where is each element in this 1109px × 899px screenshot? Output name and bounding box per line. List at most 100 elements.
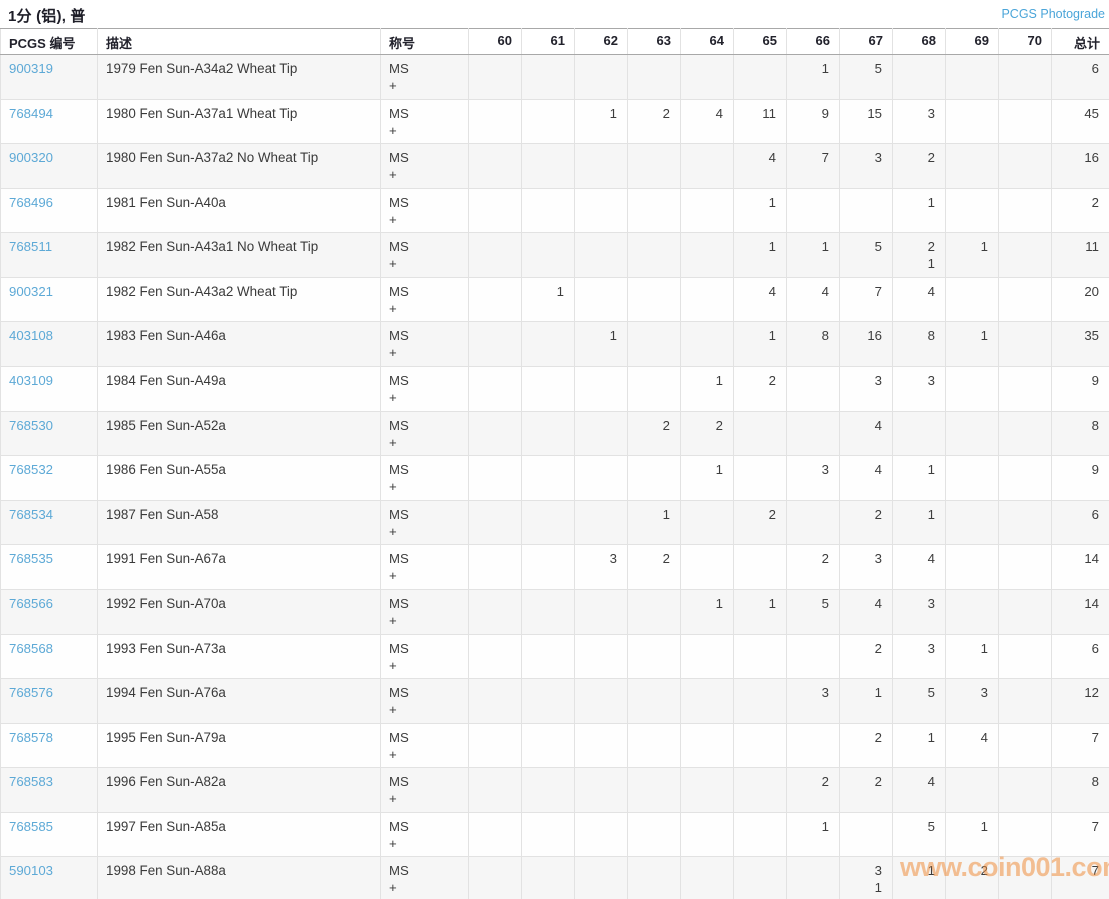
designation-ms-label: MS	[389, 60, 460, 77]
grade-68-count-cell: 3	[893, 634, 946, 679]
description-cell: 1992 Fen Sun-A70a	[98, 589, 381, 634]
grade-69-count-cell: 2	[946, 857, 999, 899]
pcgs-number-link[interactable]: 768583	[9, 774, 53, 789]
pcgs-number-link[interactable]: 768534	[9, 507, 53, 522]
total-count-cell: 45	[1052, 99, 1109, 144]
col-header-grade-62: 62	[575, 29, 628, 55]
pcgs-number-link[interactable]: 768511	[9, 239, 52, 254]
designation-plus-label: +	[389, 344, 460, 361]
pcgs-number-link[interactable]: 590103	[9, 863, 53, 878]
designation-cell: MS+	[381, 99, 469, 144]
pcgs-number-link[interactable]: 768530	[9, 418, 53, 433]
designation-cell: MS+	[381, 411, 469, 456]
grade-64-count-cell	[681, 233, 734, 278]
grade-63-count-cell	[628, 857, 681, 899]
designation-plus-label: +	[389, 612, 460, 629]
pcgs-number-link[interactable]: 768494	[9, 106, 53, 121]
grade-69-count-cell	[946, 277, 999, 322]
grade-64-count-cell	[681, 857, 734, 899]
grade-70-count-cell	[999, 277, 1052, 322]
designation-ms-label: MS	[389, 684, 460, 701]
pcgs-number-link[interactable]: 768535	[9, 551, 53, 566]
grade-63-count-cell	[628, 277, 681, 322]
grade-64-count-cell: 1	[681, 456, 734, 501]
grade-67-count-cell: 5	[840, 233, 893, 278]
designation-plus-label: +	[389, 701, 460, 718]
grade-62-count-cell: 3	[575, 545, 628, 590]
grade-62-count-cell	[575, 144, 628, 189]
pcgs-number-link[interactable]: 900320	[9, 150, 53, 165]
grade-68-count-cell: 1	[893, 723, 946, 768]
grade-66-count-cell: 3	[787, 456, 840, 501]
table-row: 403108 1983 Fen Sun-A46a MS+ 1 1 8 16 8 …	[1, 322, 1109, 367]
pcgs-number-cell: 900321	[1, 277, 98, 322]
description-cell: 1991 Fen Sun-A67a	[98, 545, 381, 590]
table-row: 768494 1980 Fen Sun-A37a1 Wheat Tip MS+ …	[1, 99, 1109, 144]
grade-65-count-cell	[734, 812, 787, 857]
description-cell: 1994 Fen Sun-A76a	[98, 679, 381, 724]
grade-70-count-cell	[999, 456, 1052, 501]
total-count-cell: 7	[1052, 857, 1109, 899]
grade-61-count-cell	[522, 857, 575, 899]
col-header-grade-68: 68	[893, 29, 946, 55]
pcgs-number-cell: 900320	[1, 144, 98, 189]
table-row: 900321 1982 Fen Sun-A43a2 Wheat Tip MS+ …	[1, 277, 1109, 322]
grade-61-count-cell	[522, 545, 575, 590]
pcgs-number-cell: 590103	[1, 857, 98, 899]
pcgs-number-link[interactable]: 768578	[9, 730, 53, 745]
pcgs-number-link[interactable]: 768576	[9, 685, 53, 700]
grade-68-count-cell: 1	[893, 500, 946, 545]
pcgs-number-cell: 403109	[1, 367, 98, 412]
grade-65-count-cell: 1	[734, 322, 787, 367]
grade-70-count-cell	[999, 188, 1052, 233]
grade-69-count-cell	[946, 367, 999, 412]
table-row: 768511 1982 Fen Sun-A43a1 No Wheat Tip M…	[1, 233, 1109, 278]
grade-65-count-cell: 2	[734, 367, 787, 412]
designation-cell: MS+	[381, 589, 469, 634]
grade-60-count-cell	[469, 634, 522, 679]
grade-70-count-cell	[999, 144, 1052, 189]
pcgs-number-link[interactable]: 768568	[9, 641, 53, 656]
pcgs-number-link[interactable]: 900319	[9, 61, 53, 76]
grade-66-count-cell: 8	[787, 322, 840, 367]
description-cell: 1979 Fen Sun-A34a2 Wheat Tip	[98, 55, 381, 100]
grade-67-count-cell	[840, 812, 893, 857]
pcgs-number-link[interactable]: 768496	[9, 195, 53, 210]
total-count-cell: 7	[1052, 723, 1109, 768]
pcgs-number-link[interactable]: 768532	[9, 462, 53, 477]
pcgs-number-cell: 768511	[1, 233, 98, 278]
grade-67-count-cell: 4	[840, 589, 893, 634]
grade-65-count-cell	[734, 723, 787, 768]
grade-64-count-cell	[681, 500, 734, 545]
designation-cell: MS+	[381, 500, 469, 545]
grade-70-count-cell	[999, 857, 1052, 899]
designation-ms-label: MS	[389, 506, 460, 523]
description-cell: 1980 Fen Sun-A37a1 Wheat Tip	[98, 99, 381, 144]
grade-61-count-cell: 1	[522, 277, 575, 322]
pcgs-number-link[interactable]: 768566	[9, 596, 53, 611]
grade-65-count-cell: 2	[734, 500, 787, 545]
grade-69-count-cell: 1	[946, 812, 999, 857]
pcgs-photograde-link[interactable]: PCGS Photograde	[1001, 7, 1105, 21]
table-row: 768585 1997 Fen Sun-A85a MS+ 1 5 1 7	[1, 812, 1109, 857]
description-cell: 1995 Fen Sun-A79a	[98, 723, 381, 768]
pcgs-number-link[interactable]: 768585	[9, 819, 53, 834]
total-count-cell: 7	[1052, 812, 1109, 857]
grade-63-count-cell	[628, 679, 681, 724]
grade-67-count-cell: 3	[840, 367, 893, 412]
grade-64-count-cell: 1	[681, 367, 734, 412]
grade-60-count-cell	[469, 411, 522, 456]
page-title: 1分 (铝), 普	[8, 5, 86, 26]
grade-61-count-cell	[522, 634, 575, 679]
pcgs-number-link[interactable]: 900321	[9, 284, 53, 299]
pcgs-number-link[interactable]: 403109	[9, 373, 53, 388]
designation-plus-label: +	[389, 835, 460, 852]
grade-61-count-cell	[522, 233, 575, 278]
pcgs-number-link[interactable]: 403108	[9, 328, 53, 343]
grade-60-count-cell	[469, 188, 522, 233]
grade-63-count-cell	[628, 322, 681, 367]
description-cell: 1996 Fen Sun-A82a	[98, 768, 381, 813]
grade-66-count-cell: 4	[787, 277, 840, 322]
grade-60-count-cell	[469, 545, 522, 590]
grade-65-count-cell	[734, 768, 787, 813]
